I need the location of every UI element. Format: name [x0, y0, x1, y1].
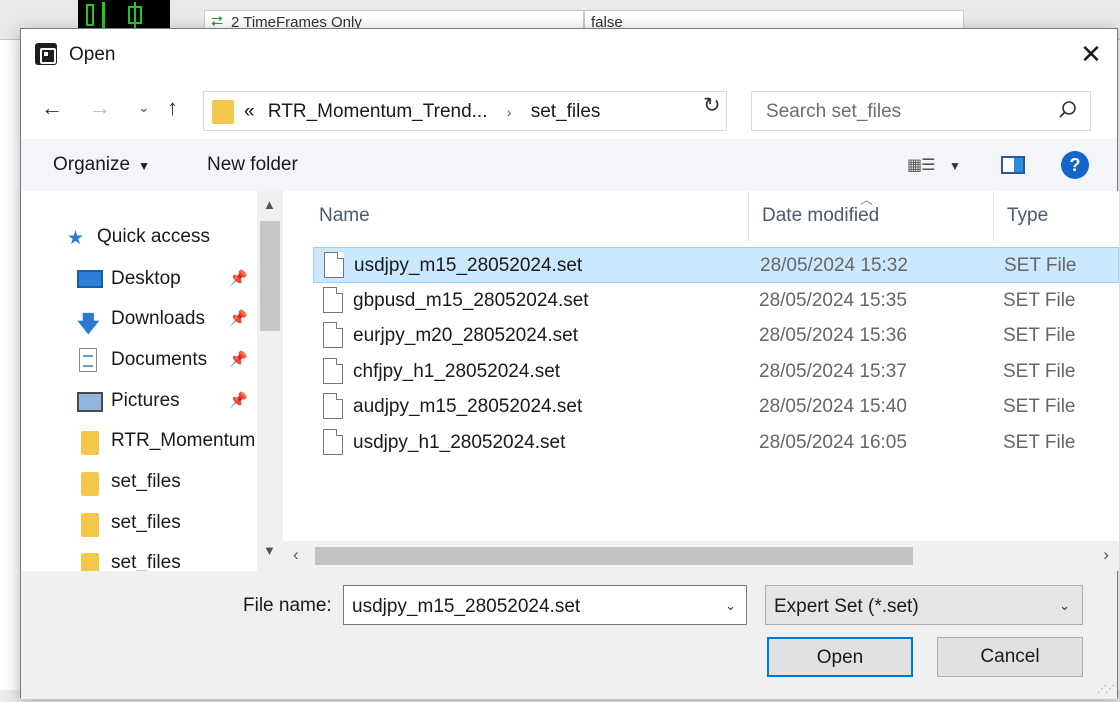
file-row[interactable]: audjpy_m15_28052024.set 28/05/2024 15:40…	[313, 389, 1119, 425]
scroll-left-icon[interactable]: ‹	[293, 545, 299, 565]
column-header-type[interactable]: Type	[995, 191, 1119, 241]
pin-icon[interactable]: 📌	[229, 309, 248, 327]
folder-icon	[81, 472, 99, 496]
folder-icon	[81, 431, 99, 455]
preview-pane-icon[interactable]	[1001, 156, 1025, 174]
search-icon	[1059, 101, 1076, 118]
new-folder-button[interactable]: New folder	[207, 154, 298, 176]
caret-down-icon: ▼	[138, 159, 150, 173]
file-list: Name ︿ Date modified Type usdjpy_m15_280…	[283, 191, 1119, 571]
file-row[interactable]: usdjpy_h1_28052024.set 28/05/2024 16:05 …	[313, 425, 1119, 461]
dialog-title: Open	[69, 44, 116, 65]
organize-menu[interactable]: Organize ▼	[53, 154, 150, 176]
column-header-date-modified[interactable]: ︿ Date modified	[750, 191, 994, 241]
up-button[interactable]: ↑	[167, 95, 178, 121]
breadcrumb: « RTR_Momentum_Trend... › set_files	[244, 101, 600, 123]
star-icon: ★	[67, 228, 85, 249]
resize-grip-icon[interactable]: ⋰⋰	[1097, 684, 1115, 695]
column-header-name[interactable]: Name	[283, 191, 749, 241]
scroll-up-icon[interactable]: ▲	[263, 197, 276, 212]
file-icon	[323, 287, 343, 313]
sidebar-item-downloads[interactable]: 🡇 Downloads 📌	[21, 301, 257, 337]
file-icon	[323, 322, 343, 348]
scrollbar-thumb[interactable]	[315, 547, 913, 565]
open-file-dialog: Open ✕ ← → ⌄ ↑ « RTR_Momentum_Trend... ›…	[20, 28, 1119, 699]
folder-icon	[81, 553, 99, 571]
documents-icon	[79, 348, 97, 372]
sidebar-item-set-files[interactable]: set_files	[21, 505, 257, 541]
file-type-select[interactable]: Expert Set (*.set) ⌄	[765, 585, 1083, 625]
desktop-icon	[77, 270, 103, 288]
chevron-down-icon[interactable]: ⌄	[1059, 598, 1070, 614]
file-name-label: File name:	[243, 595, 332, 616]
sidebar-item-documents[interactable]: Documents 📌	[21, 342, 257, 378]
recent-locations-button[interactable]: ⌄	[138, 99, 150, 116]
forward-button[interactable]: →	[89, 95, 111, 121]
breadcrumb-item-set-files[interactable]: set_files	[531, 101, 601, 122]
pin-icon[interactable]: 📌	[229, 391, 248, 409]
back-button[interactable]: ←	[41, 95, 63, 121]
refresh-button[interactable]: ↻	[703, 93, 721, 118]
file-name-field[interactable]: usdjpy_m15_28052024.set ⌄	[343, 585, 747, 625]
navigation-scrollbar[interactable]: ▲ ▼	[257, 191, 283, 571]
file-icon	[323, 429, 343, 455]
cancel-button[interactable]: Cancel	[937, 637, 1083, 677]
navigation-bar: ← → ⌄ ↑ « RTR_Momentum_Trend... › set_fi…	[21, 87, 1117, 133]
sidebar-item-pictures[interactable]: Pictures 📌	[21, 383, 257, 419]
address-bar[interactable]: « RTR_Momentum_Trend... › set_files ⌄	[203, 91, 863, 131]
scrollbar-thumb[interactable]	[260, 221, 280, 331]
dialog-footer: File name: usdjpy_m15_28052024.set ⌄ Exp…	[21, 571, 1117, 699]
file-row[interactable]: usdjpy_m15_28052024.set 28/05/2024 15:32…	[313, 247, 1119, 283]
app-icon	[35, 43, 57, 65]
file-icon	[323, 393, 343, 419]
pin-icon[interactable]: 📌	[229, 269, 248, 287]
search-input[interactable]: Search set_files	[751, 91, 1091, 131]
scroll-down-icon[interactable]: ▼	[263, 543, 276, 558]
sidebar-item-set-files[interactable]: set_files	[21, 545, 257, 571]
folder-icon	[212, 100, 234, 124]
file-row[interactable]: gbpusd_m15_28052024.set 28/05/2024 15:35…	[313, 283, 1119, 319]
search-placeholder: Search set_files	[766, 101, 902, 122]
sidebar-item-quick-access[interactable]: ★ Quick access	[21, 219, 257, 255]
pin-icon[interactable]: 📌	[229, 350, 248, 368]
sidebar-item-desktop[interactable]: Desktop 📌	[21, 261, 257, 297]
downloads-icon: 🡇	[77, 311, 100, 336]
horizontal-scrollbar[interactable]: ‹ ›	[283, 541, 1119, 571]
view-options-icon[interactable]: ▦☰	[907, 155, 935, 175]
scroll-right-icon[interactable]: ›	[1103, 545, 1109, 565]
command-bar: Organize ▼ New folder ▦☰ ▼ ?	[21, 139, 1117, 191]
file-icon	[324, 252, 344, 278]
file-type-value: Expert Set (*.set)	[774, 596, 919, 617]
breadcrumb-item-rtr-momentum[interactable]: RTR_Momentum_Trend...	[268, 101, 488, 122]
view-caret-down-icon[interactable]: ▼	[949, 159, 961, 173]
title-bar: Open ✕	[21, 29, 1117, 81]
file-icon	[323, 358, 343, 384]
navigation-pane: ★ Quick access Desktop 📌 🡇 Downloads 📌 D…	[21, 191, 283, 571]
chevron-down-icon[interactable]: ⌄	[725, 598, 736, 614]
pictures-icon	[77, 392, 103, 412]
file-name-value[interactable]: usdjpy_m15_28052024.set	[352, 596, 580, 618]
close-button[interactable]: ✕	[1065, 29, 1117, 81]
breadcrumb-overflow[interactable]: «	[244, 101, 255, 122]
sidebar-item-set-files[interactable]: set_files	[21, 464, 257, 500]
open-button[interactable]: Open	[767, 637, 913, 677]
breadcrumb-separator[interactable]: ›	[507, 104, 512, 120]
help-icon[interactable]: ?	[1061, 151, 1089, 179]
sidebar-item-rtr-momentum[interactable]: RTR_Momentum	[21, 423, 257, 459]
file-row[interactable]: chfjpy_h1_28052024.set 28/05/2024 15:37 …	[313, 354, 1119, 390]
file-row[interactable]: eurjpy_m20_28052024.set 28/05/2024 15:36…	[313, 318, 1119, 354]
folder-icon	[81, 513, 99, 537]
